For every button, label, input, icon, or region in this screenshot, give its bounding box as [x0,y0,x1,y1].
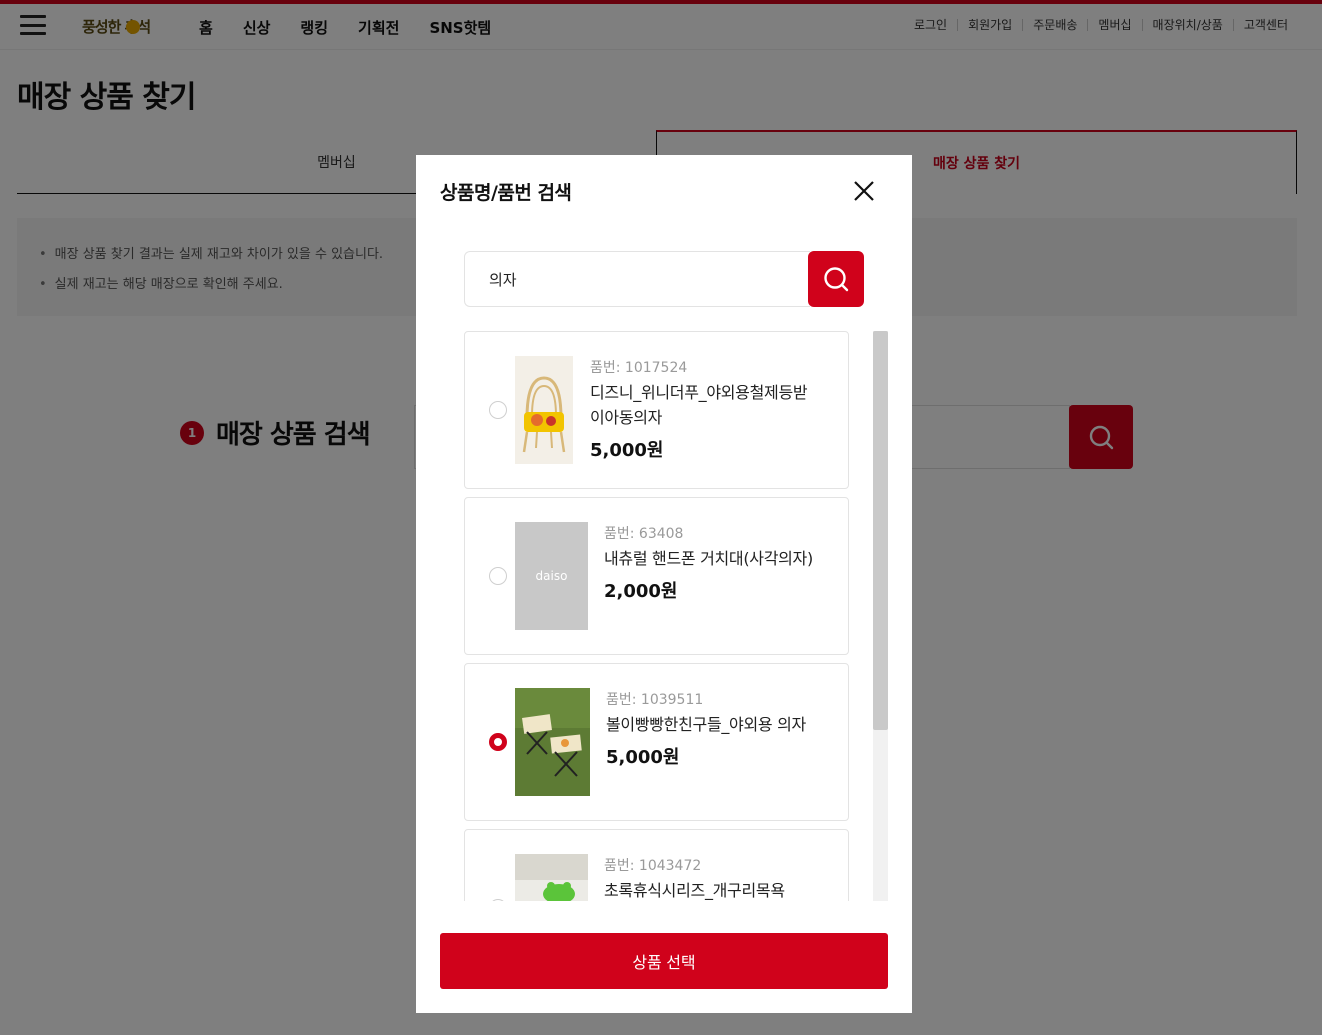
product-search-modal: 상품명/품번 검색 의자 품번: 1017524 디즈니_위니더푸_야외용철제등… [416,155,912,1013]
select-product-button[interactable]: 상품 선택 [440,933,888,989]
item-code: 품번: 1043472 [604,858,702,874]
item-info: 품번: 1043472 초록휴식시리즈_개구리목욕 [604,856,814,901]
result-item[interactable]: 품번: 1017524 디즈니_위니더푸_야외용철제등받이아동의자 5,000원 [464,331,849,489]
search-input[interactable] [464,251,810,307]
search-icon [824,267,849,292]
item-info: 품번: 1039511 볼이빵빵한친구들_야외용 의자 5,000원 [606,690,814,770]
item-radio[interactable] [489,899,507,901]
item-name: 디즈니_위니더푸_야외용철제등받이아동의자 [590,383,808,427]
close-icon[interactable] [850,177,878,205]
item-name: 초록휴식시리즈_개구리목욕 [604,881,785,900]
item-info: 품번: 63408 내츄럴 핸드폰 거치대(사각의자) 2,000원 [604,524,814,604]
results-scrollbar[interactable] [873,331,888,901]
search-results-list: 품번: 1017524 디즈니_위니더푸_야외용철제등받이아동의자 5,000원… [464,331,850,901]
search-button[interactable] [808,251,864,307]
item-radio-checked[interactable] [489,733,507,751]
result-item-selected[interactable]: 품번: 1039511 볼이빵빵한친구들_야외용 의자 5,000원 [464,663,849,821]
result-item[interactable]: daiso 품번: 63408 내츄럴 핸드폰 거치대(사각의자) 2,000원 [464,497,849,655]
frog-thumbnail [515,854,588,901]
item-code: 품번: 1039511 [606,692,704,708]
item-radio[interactable] [489,567,507,585]
result-item[interactable]: 품번: 1043472 초록휴식시리즈_개구리목욕 [464,829,849,901]
stool-thumbnail [515,688,590,796]
chair-thumbnail [515,356,573,464]
modal-search [464,251,864,307]
modal-title: 상품명/품번 검색 [440,182,572,204]
item-code: 품번: 63408 [604,526,684,542]
item-code: 품번: 1017524 [590,360,688,376]
item-price: 2,000원 [604,581,678,602]
item-name: 내츄럴 핸드폰 거치대(사각의자) [604,549,813,568]
item-price: 5,000원 [590,440,664,461]
daiso-logo: daiso [535,569,568,583]
placeholder-thumbnail: daiso [515,522,588,630]
item-name: 볼이빵빵한친구들_야외용 의자 [606,715,806,734]
scrollbar-thumb[interactable] [873,331,888,730]
item-radio[interactable] [489,401,507,419]
item-price: 5,000원 [606,747,680,768]
item-info: 품번: 1017524 디즈니_위니더푸_야외용철제등받이아동의자 5,000원 [590,358,814,463]
